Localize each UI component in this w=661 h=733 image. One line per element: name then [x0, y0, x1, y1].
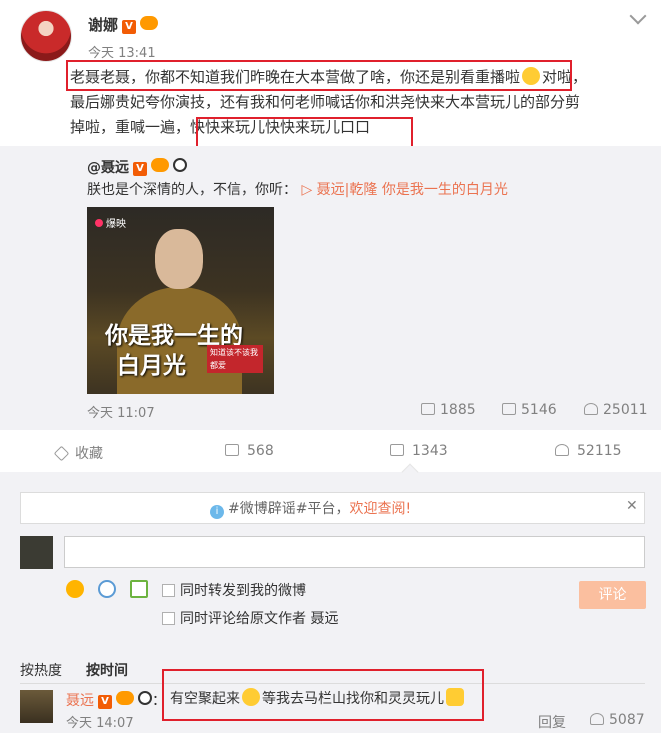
thumb-figure-face [155, 229, 203, 289]
comment-icon [502, 403, 516, 415]
highlight-box-1 [66, 60, 572, 91]
info-icon: i [210, 505, 224, 519]
post-time[interactable]: 今天 13:41 [88, 42, 156, 61]
close-icon[interactable]: ✕ [626, 498, 638, 514]
my-avatar [20, 536, 53, 569]
commenter-avatar[interactable] [20, 690, 53, 723]
repost-time[interactable]: 今天 11:07 [87, 402, 155, 421]
emoji-icon[interactable] [66, 580, 84, 598]
highlight-box-3 [162, 669, 484, 721]
forward-checkbox[interactable] [162, 584, 175, 597]
chevron-down-icon[interactable] [629, 7, 647, 25]
thumb-logo: 爆映 [95, 215, 126, 230]
comment-like[interactable]: 5087 [590, 712, 645, 728]
thumbs-up-icon [584, 403, 598, 415]
panda-icon [173, 158, 187, 172]
panda-icon [138, 691, 152, 705]
gif-icon[interactable] [98, 580, 116, 598]
comment-time: 今天 14:07 [66, 716, 134, 731]
verified-badge-icon: V [98, 695, 112, 709]
video-thumbnail[interactable]: 爆映 你是我一生的 白月光 知道该不该我都爱 [87, 207, 274, 394]
favorite-button[interactable]: 收藏 [53, 443, 103, 463]
author-name[interactable]: 谢娜 V [88, 14, 159, 35]
author-name-text: 谢娜 [88, 16, 119, 34]
comment-origin-label: 同时评论给原文作者 聂远 [180, 611, 339, 627]
reply-button[interactable]: 回复 [538, 712, 566, 732]
member-crown-icon [116, 691, 134, 705]
repost-comment-count[interactable]: 5146 [502, 402, 557, 418]
repost-like-count[interactable]: 25011 [584, 402, 648, 418]
image-icon[interactable] [130, 580, 148, 598]
comment-input[interactable] [64, 536, 645, 568]
member-crown-icon [140, 16, 159, 30]
comment-button[interactable]: 1343 [390, 443, 448, 459]
sort-time[interactable]: 按时间 [86, 660, 128, 680]
repost-author[interactable]: @聂远 V [87, 157, 187, 177]
share-icon [225, 444, 239, 456]
share-button[interactable]: 568 [225, 443, 274, 459]
comment-origin-checkbox[interactable] [162, 612, 175, 625]
music-link[interactable]: ▷ 聂远|乾隆 你是我一生的白月光 [301, 182, 507, 198]
author-avatar[interactable] [20, 10, 72, 62]
member-crown-icon [151, 158, 169, 172]
commenter-name[interactable]: 聂远 V： [66, 690, 166, 710]
thumbs-up-icon [555, 444, 569, 456]
logo-dot-icon [95, 219, 103, 227]
thumb-stamp: 知道该不该我都爱 [207, 345, 263, 373]
star-icon [53, 445, 70, 462]
like-button[interactable]: 52115 [555, 443, 622, 459]
verified-badge-icon: V [122, 20, 137, 34]
sort-hot[interactable]: 按热度 [20, 660, 62, 680]
share-icon [421, 403, 435, 415]
post-line-2: 最后娜贵妃夸你演技，还有我和何老师喊话你和洪尧快来大本营玩儿的部分剪 [70, 93, 581, 111]
verified-badge-icon: V [133, 162, 147, 176]
comment-icon [390, 444, 404, 456]
thumbs-up-icon [590, 713, 604, 725]
repost-text: 朕也是个深情的人，不信，你听： ▷ 聂远|乾隆 你是我一生的白月光 [87, 182, 508, 198]
submit-comment-button[interactable]: 评论 [579, 581, 646, 609]
repost-share-count[interactable]: 1885 [421, 402, 476, 418]
thumb-caption-2: 白月光 [117, 352, 186, 379]
notice-link[interactable]: 欢迎查阅! [349, 501, 411, 517]
forward-label: 同时转发到我的微博 [180, 583, 306, 599]
notice-text: i #微博辟谣#平台，欢迎查阅! [210, 498, 411, 519]
